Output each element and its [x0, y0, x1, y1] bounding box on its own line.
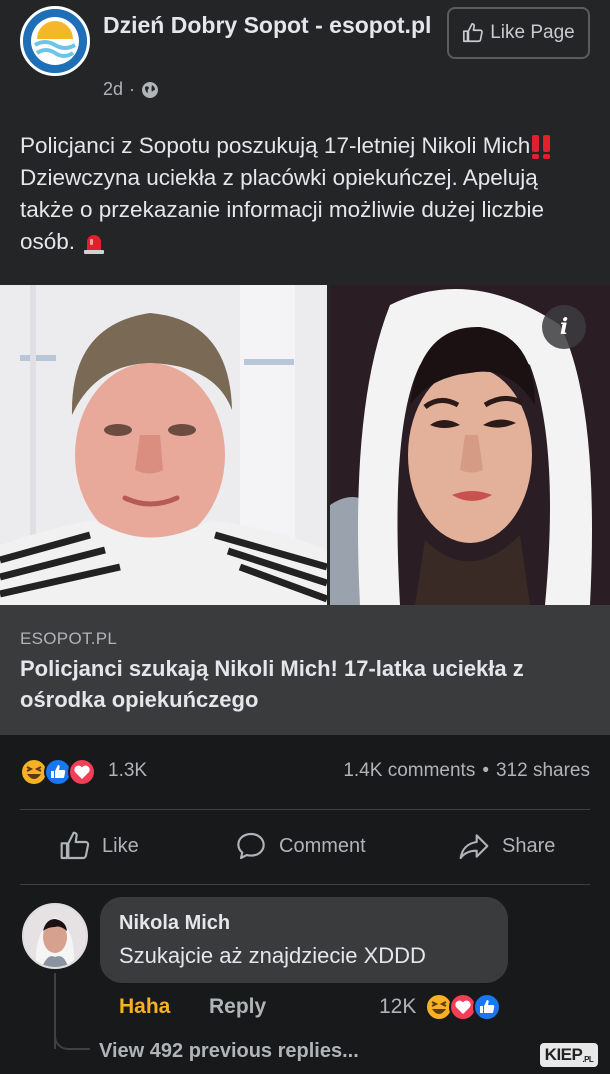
double-exclamation-icon	[532, 135, 551, 160]
link-title[interactable]: Policjanci szukają Nikoli Mich! 17-latka…	[20, 653, 595, 715]
comments-shares: 1.4K comments • 312 shares	[343, 760, 590, 782]
haha-reaction-icon	[20, 758, 48, 786]
reaction-count[interactable]: 1.3K	[108, 760, 147, 782]
comment-author[interactable]: Nikola Mich	[119, 912, 230, 935]
watermark-text: KIEP	[544, 1045, 583, 1064]
shares-count[interactable]: 312 shares	[496, 760, 590, 782]
commenter-avatar[interactable]	[22, 903, 88, 969]
comment-reaction-count[interactable]: 12K	[379, 995, 416, 1019]
police-light-icon	[84, 235, 105, 255]
link-preview[interactable]: ESOPOT.PL Policjanci szukają Nikoli Mich…	[0, 605, 610, 735]
post-meta: 2d ·	[103, 79, 159, 100]
thumbs-up-icon	[60, 831, 90, 860]
dot-separator: ·	[129, 79, 136, 99]
avatar-photo-icon	[24, 905, 86, 967]
divider	[20, 809, 590, 810]
missing-girl-photo-left[interactable]	[0, 285, 327, 605]
like-button[interactable]: Like	[58, 830, 139, 862]
watermark: KIEP .PL	[540, 1043, 598, 1067]
comment-reply-button[interactable]: Reply	[209, 995, 266, 1019]
reactions-summary: 1.3K 1.4K comments • 312 shares	[0, 750, 610, 794]
image-info-button[interactable]: i	[542, 305, 586, 349]
share-button[interactable]: Share	[456, 830, 555, 862]
love-reaction-icon	[68, 758, 96, 786]
comment-haha-button[interactable]: Haha	[119, 995, 170, 1019]
comments-count[interactable]: 1.4K comments	[343, 760, 475, 782]
share-arrow-icon	[459, 834, 489, 860]
thumbs-up-icon	[463, 23, 484, 43]
post-card: Dzień Dobry Sopot - esopot.pl 2d · Like …	[0, 0, 610, 735]
portrait-photo-icon	[0, 285, 327, 605]
share-label: Share	[502, 834, 556, 857]
sun-wave-logo-icon	[23, 9, 87, 73]
like-reaction-icon	[473, 993, 501, 1021]
page-avatar[interactable]	[20, 6, 90, 76]
post-header: Dzień Dobry Sopot - esopot.pl 2d · Like …	[0, 0, 610, 110]
comment-label: Comment	[279, 834, 366, 857]
comment-button[interactable]: Comment	[233, 830, 366, 862]
link-domain: ESOPOT.PL	[20, 629, 118, 648]
post-images[interactable]	[0, 285, 610, 605]
watermark-suffix: .PL	[582, 1054, 594, 1064]
comment-bubble-icon	[237, 832, 265, 860]
comment-text: Szukajcie aż znajdziecie XDDD	[119, 943, 426, 968]
post-text: Policjanci z Sopotu poszukują 17-letniej…	[20, 130, 590, 258]
comment-bubble[interactable]: Nikola Mich Szukajcie aż znajdziecie XDD…	[100, 897, 508, 983]
like-reaction-icon	[44, 758, 72, 786]
like-label: Like	[102, 834, 139, 857]
reply-thread-curve	[54, 1030, 90, 1050]
post-text-part1: Policjanci z Sopotu poszukują 17-letniej…	[20, 133, 531, 158]
haha-reaction-icon	[425, 993, 453, 1021]
comment-actions: Haha Reply 12K	[119, 992, 519, 1025]
reaction-icons[interactable]	[20, 758, 104, 786]
globe-icon	[142, 81, 159, 98]
view-previous-replies[interactable]: View 492 previous replies...	[99, 1040, 359, 1063]
like-page-label: Like Page	[490, 22, 575, 43]
page-name[interactable]: Dzień Dobry Sopot - esopot.pl	[103, 10, 433, 41]
info-icon: i	[559, 314, 569, 340]
post-age[interactable]: 2d	[103, 79, 123, 100]
post-actions: Like Comment Share	[0, 812, 610, 882]
like-page-button[interactable]: Like Page	[447, 7, 590, 59]
divider	[20, 884, 590, 885]
stats-separator: •	[482, 760, 489, 781]
comment-reaction-icons[interactable]	[425, 992, 509, 1022]
love-reaction-icon	[449, 993, 477, 1021]
